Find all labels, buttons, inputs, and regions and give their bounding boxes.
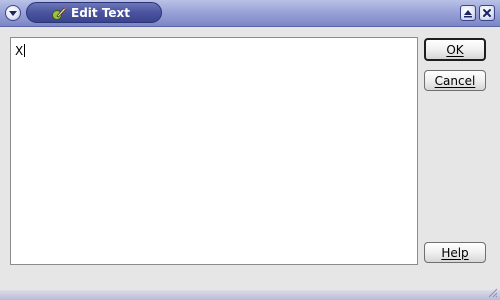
text-caret [24,44,26,57]
edit-text-app-icon [52,6,67,20]
close-icon[interactable] [479,5,495,21]
help-button[interactable]: Help [424,242,486,263]
window-title: Edit Text [71,5,131,20]
cancel-button-label: Cancel [434,73,476,88]
edit-text-dialog: Edit Text X OK Cancel Help [0,0,500,300]
text-edit-area[interactable]: X [10,37,418,265]
help-button-label: Help [441,245,469,260]
window-title-pill[interactable]: Edit Text [26,2,162,23]
ok-button-label: OK [446,42,464,57]
text-edit-content: X [15,44,24,58]
chevron-down-icon[interactable] [5,5,21,21]
maximize-icon[interactable] [460,5,476,21]
title-bar[interactable]: Edit Text [0,0,500,27]
ok-button[interactable]: OK [424,38,486,61]
window-bottom-border [0,290,500,300]
cancel-button[interactable]: Cancel [424,70,486,91]
resize-grip-icon[interactable] [486,286,498,298]
